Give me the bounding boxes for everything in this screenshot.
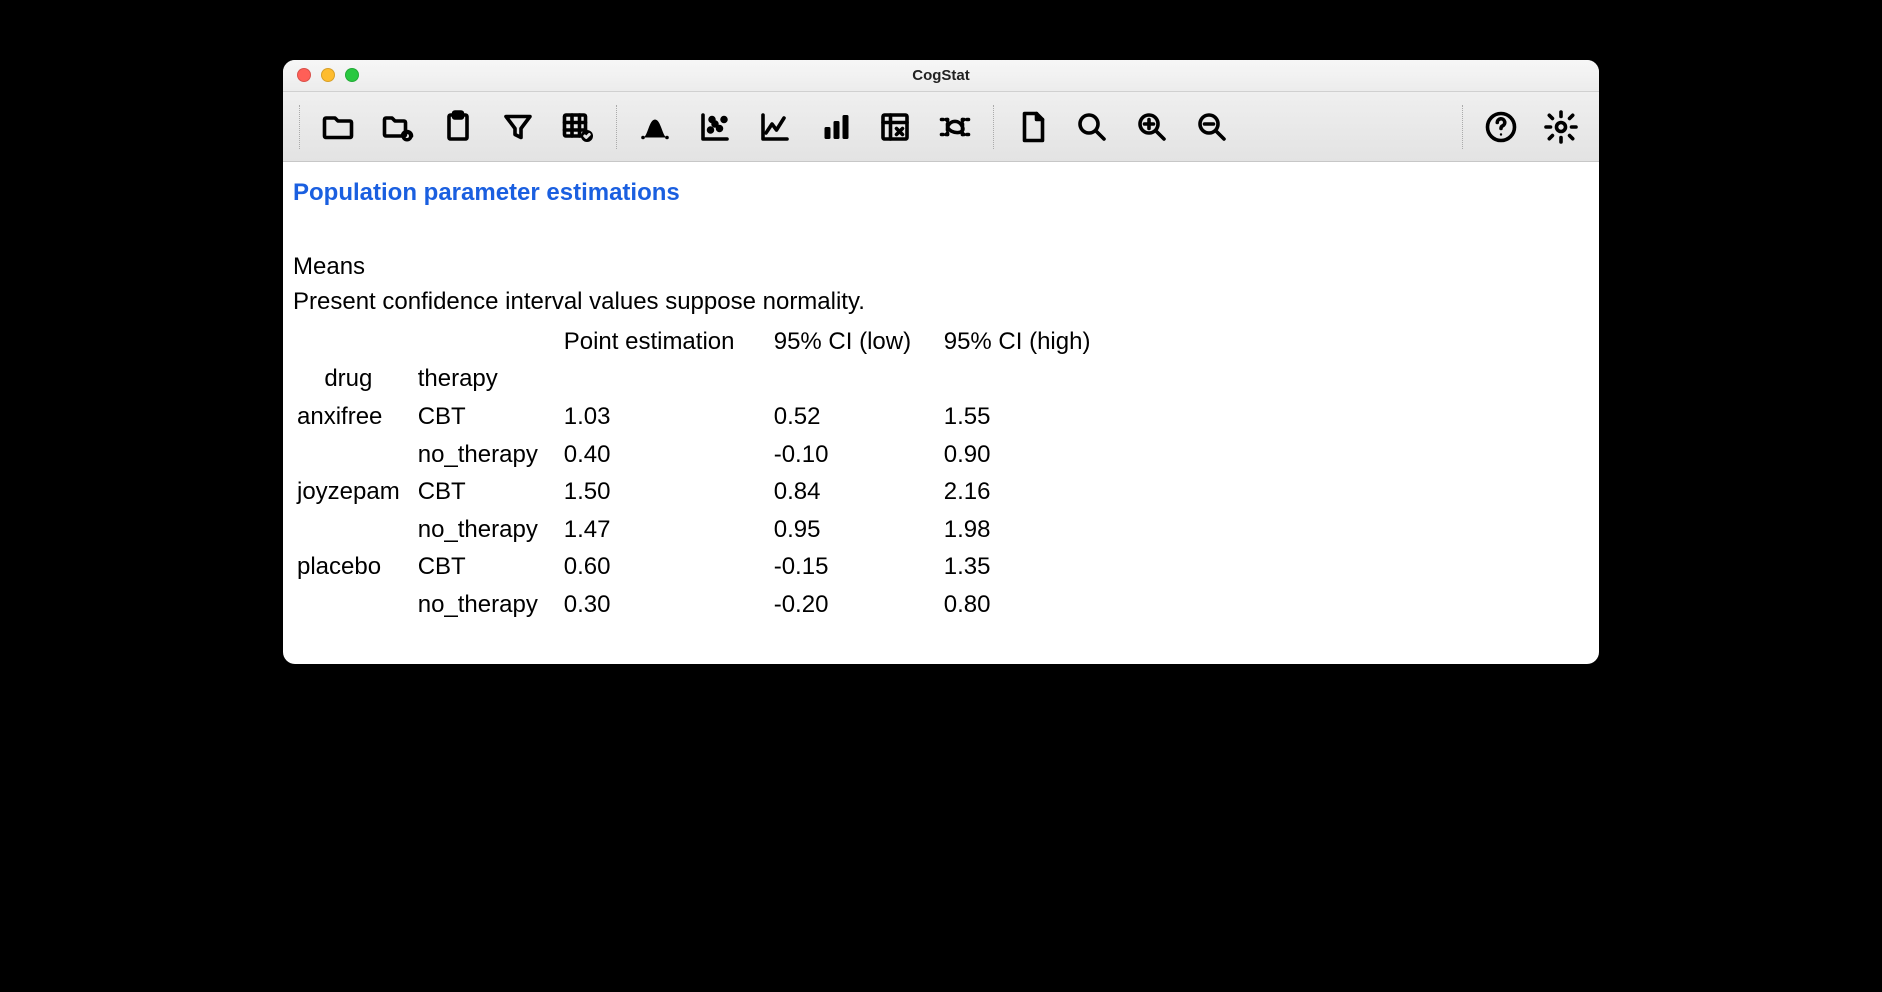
cell-point-estimation: 1.50 <box>564 473 774 511</box>
index-therapy: therapy <box>414 360 564 398</box>
table-row: joyzepamCBT1.500.842.16 <box>293 473 1114 511</box>
cell-point-estimation: 0.30 <box>564 586 774 624</box>
output-pane[interactable]: Population parameter estimations Means P… <box>283 162 1599 664</box>
cell-ci-low: -0.20 <box>774 586 944 624</box>
cell-ci-low: 0.52 <box>774 398 944 436</box>
titlebar[interactable]: CogStat <box>283 60 1599 92</box>
settings-icon[interactable] <box>1533 99 1589 155</box>
cell-point-estimation: 0.60 <box>564 548 774 586</box>
cell-ci-high: 1.35 <box>944 548 1114 586</box>
cell-therapy: CBT <box>414 473 564 511</box>
clipboard-icon[interactable] <box>430 99 486 155</box>
toolbar <box>283 92 1599 162</box>
pivot-icon[interactable] <box>867 99 923 155</box>
scatter-icon[interactable] <box>687 99 743 155</box>
col-ci-high: 95% CI (high) <box>944 323 1114 361</box>
bar-chart-icon[interactable] <box>807 99 863 155</box>
minimize-window-button[interactable] <box>321 68 335 82</box>
table-row: no_therapy0.30-0.200.80 <box>293 586 1114 624</box>
cell-therapy: no_therapy <box>414 586 564 624</box>
toolbar-separator <box>299 105 300 149</box>
cell-drug: anxifree <box>293 398 414 436</box>
cell-ci-low: -0.10 <box>774 436 944 474</box>
table-row: anxifreeCBT1.030.521.55 <box>293 398 1114 436</box>
cell-ci-high: 1.98 <box>944 511 1114 549</box>
cell-therapy: CBT <box>414 548 564 586</box>
cell-drug: joyzepam <box>293 473 414 511</box>
cell-ci-low: 0.84 <box>774 473 944 511</box>
page-icon[interactable] <box>1004 99 1060 155</box>
cell-point-estimation: 1.03 <box>564 398 774 436</box>
table-row: no_therapy1.470.951.98 <box>293 511 1114 549</box>
cell-ci-low: 0.95 <box>774 511 944 549</box>
search-icon[interactable] <box>1064 99 1120 155</box>
cell-drug <box>293 436 414 474</box>
toolbar-separator <box>993 105 994 149</box>
distribution-icon[interactable] <box>627 99 683 155</box>
close-window-button[interactable] <box>297 68 311 82</box>
toolbar-separator <box>616 105 617 149</box>
cell-ci-high: 1.55 <box>944 398 1114 436</box>
line-chart-icon[interactable] <box>747 99 803 155</box>
folder-view-icon[interactable] <box>370 99 426 155</box>
cell-ci-low: -0.15 <box>774 548 944 586</box>
table-header-row: Point estimation 95% CI (low) 95% CI (hi… <box>293 323 1114 361</box>
window-title: CogStat <box>912 67 970 84</box>
output-subhead: Means <box>293 250 1589 284</box>
output-note: Present confidence interval values suppo… <box>293 285 1589 319</box>
app-window: CogStat <box>283 60 1599 664</box>
cell-therapy: no_therapy <box>414 511 564 549</box>
cell-drug <box>293 586 414 624</box>
col-ci-low: 95% CI (low) <box>774 323 944 361</box>
zoom-out-icon[interactable] <box>1184 99 1240 155</box>
filter-icon[interactable] <box>490 99 546 155</box>
estimations-table: Point estimation 95% CI (low) 95% CI (hi… <box>293 323 1114 624</box>
toolbar-spacer <box>1244 99 1452 155</box>
cell-drug <box>293 511 414 549</box>
table-check-icon[interactable] <box>550 99 606 155</box>
section-title: Population parameter estimations <box>293 176 1589 210</box>
help-icon[interactable] <box>1473 99 1529 155</box>
folder-open-icon[interactable] <box>310 99 366 155</box>
cell-point-estimation: 0.40 <box>564 436 774 474</box>
index-drug: drug <box>293 360 414 398</box>
table-index-row: drug therapy <box>293 360 1114 398</box>
zoom-window-button[interactable] <box>345 68 359 82</box>
cell-ci-high: 0.90 <box>944 436 1114 474</box>
zoom-in-icon[interactable] <box>1124 99 1180 155</box>
window-controls <box>297 68 359 82</box>
cell-therapy: CBT <box>414 398 564 436</box>
table-row: no_therapy0.40-0.100.90 <box>293 436 1114 474</box>
cell-ci-high: 0.80 <box>944 586 1114 624</box>
col-point-estimation: Point estimation <box>564 323 774 361</box>
cell-drug: placebo <box>293 548 414 586</box>
cell-ci-high: 2.16 <box>944 473 1114 511</box>
advanced-icon[interactable] <box>927 99 983 155</box>
cell-therapy: no_therapy <box>414 436 564 474</box>
toolbar-separator <box>1462 105 1463 149</box>
cell-point-estimation: 1.47 <box>564 511 774 549</box>
table-row: placeboCBT0.60-0.151.35 <box>293 548 1114 586</box>
